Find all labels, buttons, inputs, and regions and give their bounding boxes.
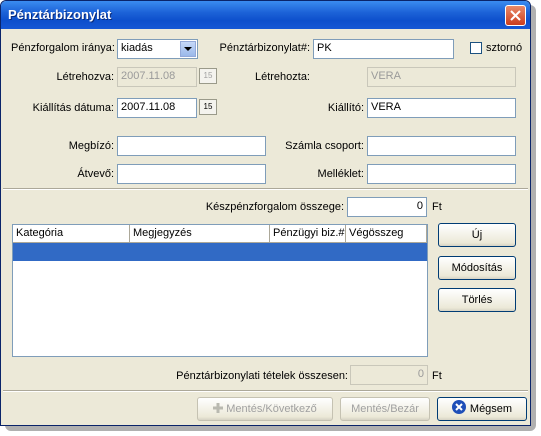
cancel-label: Mégsem [469,403,513,415]
attachment-field[interactable] [367,164,516,184]
issuer-field[interactable]: VERA [367,98,516,118]
cash-amount-label: Készpénzforgalom összege: [205,201,344,213]
totals-field: 0 [350,365,428,385]
save-next-label: Mentés/Következő [226,403,317,415]
direction-label: Pénzforgalom iránya: [11,42,115,54]
delete-button[interactable]: Törlés [438,288,516,312]
principal-label: Megbízó: [68,140,114,152]
invoice-group-field[interactable] [367,136,516,156]
dropdown-arrow-icon[interactable] [180,41,196,57]
recipient-label: Átvevő: [77,168,114,180]
new-button[interactable]: Új [438,223,516,247]
dialog-window: Pénztárbizonylat Pénzforgalom iránya: ki… [0,0,531,426]
created-by-label: Létrehozta: [254,71,310,83]
divider [3,188,528,190]
items-table[interactable]: Kategória Megjegyzés Pénzügyi biz.# Végö… [12,224,428,357]
storno-label: sztornó [486,42,523,54]
close-icon [510,10,521,21]
issuer-label: Kiállító: [327,102,364,114]
direction-select[interactable]: kiadás [117,39,198,59]
column-header-note[interactable]: Megjegyzés [130,225,270,243]
divider [3,390,528,392]
issue-date-label: Kiállítás dátuma: [32,102,114,114]
plus-icon [213,399,224,413]
issue-date-field[interactable]: 2007.11.08 [117,98,197,118]
column-header-total[interactable]: Végösszeg [346,225,427,243]
direction-value: kiadás [121,42,153,54]
cancel-button[interactable]: Mégsem [437,397,527,421]
storno-checkbox[interactable] [470,42,482,54]
cancel-icon [451,400,466,414]
table-row[interactable] [13,243,427,261]
modify-button[interactable]: Módosítás [438,256,516,280]
save-next-button[interactable]: Mentés/Következő [197,397,333,421]
totals-currency: Ft [432,370,442,382]
save-close-button[interactable]: Mentés/Bezár [340,397,430,421]
column-header-category[interactable]: Kategória [13,225,130,243]
totals-label: Pénztárbizonylati tételek összesen: [176,370,348,382]
column-header-fin-doc[interactable]: Pénzügyi biz.# [270,225,346,243]
cash-amount-field[interactable]: 0 [347,197,427,217]
created-label: Létrehozva: [56,71,114,83]
created-by-field: VERA [367,67,516,87]
close-button[interactable] [505,5,526,26]
attachment-label: Melléklet: [317,168,364,180]
title-bar[interactable]: Pénztárbizonylat [1,1,530,29]
window-title: Pénztárbizonylat [8,7,112,22]
voucher-no-field[interactable]: PK [313,39,454,59]
invoice-group-label: Számla csoport: [285,140,364,152]
created-field: 2007.11.08 [117,67,197,87]
cash-currency: Ft [432,201,442,213]
voucher-no-label: Pénztárbizonylat#: [219,42,311,54]
